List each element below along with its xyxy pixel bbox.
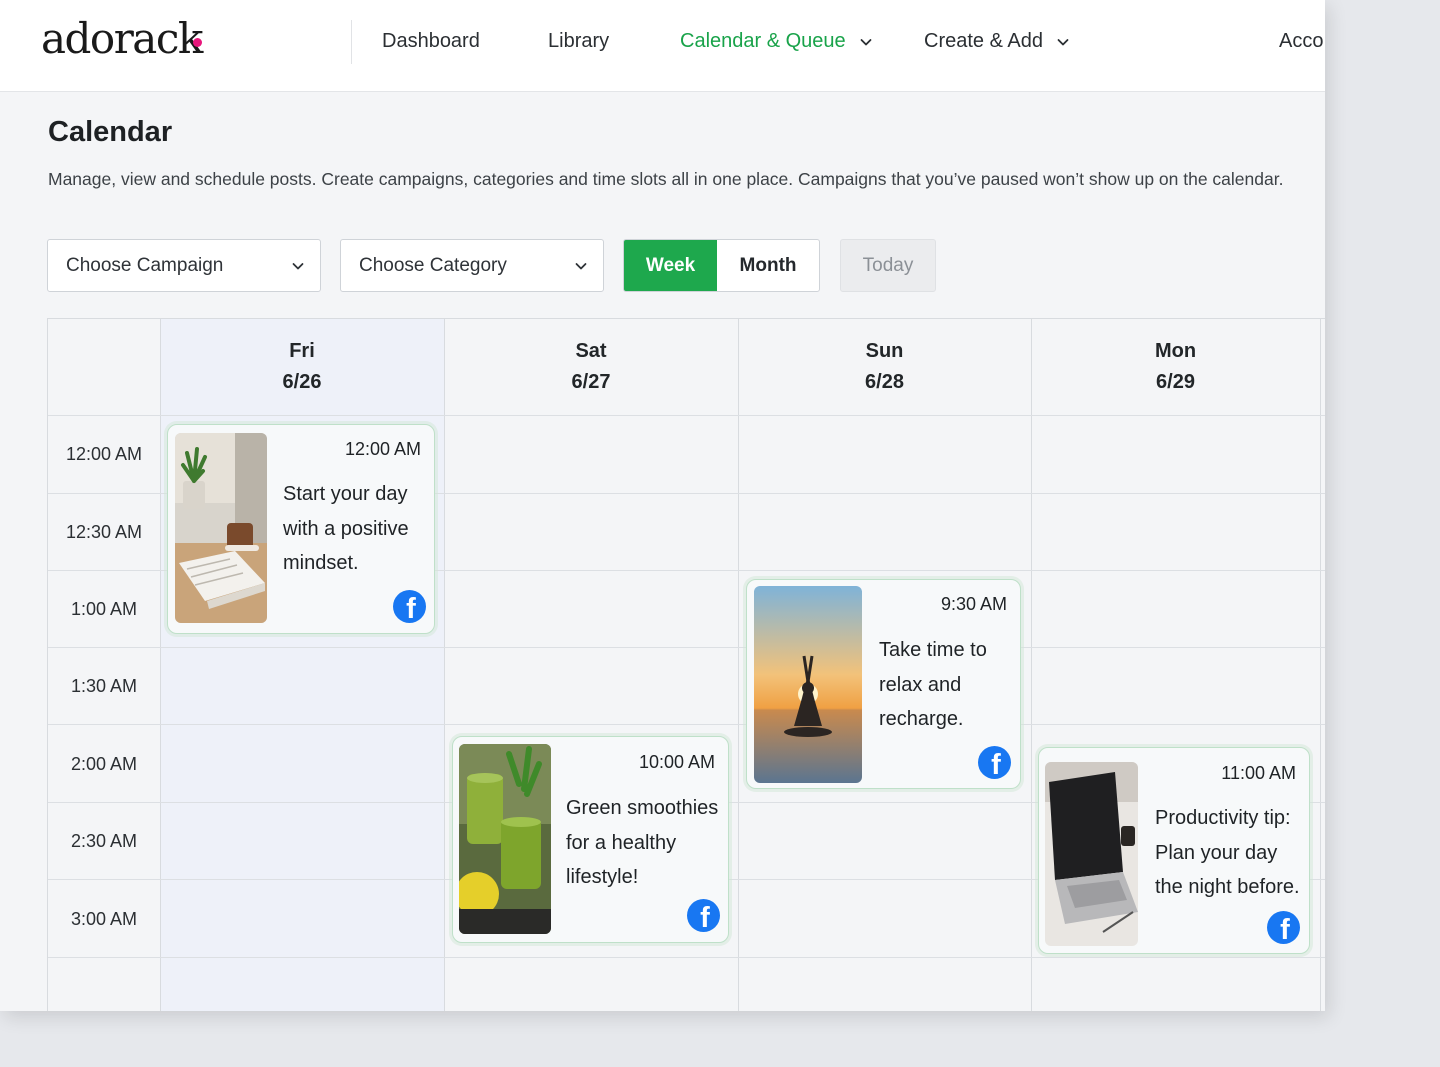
week-view-button[interactable]: Week <box>624 240 718 291</box>
post-text-line: Green smoothies <box>566 797 719 819</box>
post-text-line: Plan your day <box>1155 841 1278 864</box>
chevron-down-icon <box>292 260 304 272</box>
nav-calendar-queue[interactable]: Calendar & Queue <box>680 30 872 53</box>
post-text-line: Take time to <box>879 639 987 661</box>
grid-divider <box>48 415 1325 416</box>
nav-calendar-queue-label: Calendar & Queue <box>680 30 846 52</box>
post-text: Productivity tip: Plan your day the nigh… <box>1155 801 1300 905</box>
chevron-down-icon <box>860 36 872 48</box>
chevron-down-icon <box>1057 36 1069 48</box>
nav-create-add[interactable]: Create & Add <box>924 30 1069 53</box>
time-slot-label: 3:00 AM <box>70 909 138 929</box>
nav-account-label: Acco <box>1279 30 1324 52</box>
day-date: 6/27 <box>571 371 611 393</box>
time-slot-label: 1:30 AM <box>70 676 138 696</box>
grid-divider <box>48 647 1325 648</box>
time-slot-label: 12:00 AM <box>65 444 143 464</box>
post-text-line: lifestyle! <box>566 866 639 888</box>
facebook-icon: f <box>978 746 1011 779</box>
post-time: 11:00 AM <box>1221 763 1296 783</box>
category-select-label: Choose Category <box>359 254 507 276</box>
facebook-icon: f <box>393 590 426 623</box>
post-text: Take time to relax and recharge. <box>879 633 987 737</box>
day-header-fri[interactable]: Fri 6/26 <box>160 319 444 415</box>
day-date: 6/28 <box>865 371 904 393</box>
post-text-line: with a positive <box>283 517 409 540</box>
nav-account[interactable]: Acco <box>1279 30 1323 53</box>
time-slot-label: 12:30 AM <box>65 522 143 542</box>
post-image-laptop-desk <box>1045 762 1138 946</box>
chevron-down-icon <box>575 260 587 272</box>
post-card[interactable]: 9:30 AM Take time to relax and recharge.… <box>746 579 1021 789</box>
logo-dot <box>193 38 202 47</box>
day-name: Sun <box>865 340 904 362</box>
nav-dashboard-label: Dashboard <box>382 30 480 52</box>
post-time: 9:30 AM <box>940 594 1007 614</box>
page-description: Manage, view and schedule posts. Create … <box>48 169 1284 189</box>
post-text-line: relax and <box>879 673 962 696</box>
nav-library[interactable]: Library <box>548 30 609 53</box>
campaign-select[interactable]: Choose Campaign <box>47 239 321 292</box>
post-text-line: the night before. <box>1155 876 1300 898</box>
day-name: Fri <box>289 340 315 362</box>
post-time: 10:00 AM <box>638 752 715 772</box>
grid-divider <box>1031 319 1032 1011</box>
day-date: 6/29 <box>1156 371 1195 393</box>
day-header-sat[interactable]: Sat 6/27 <box>444 319 738 415</box>
time-slot-label: 2:00 AM <box>70 754 138 774</box>
page-title: Calendar <box>48 116 173 148</box>
campaign-select-label: Choose Campaign <box>66 254 224 276</box>
grid-divider <box>48 724 1325 725</box>
day-name: Mon <box>1154 340 1197 362</box>
today-button[interactable]: Today <box>840 239 936 292</box>
highlighted-day-column <box>160 319 444 1011</box>
category-select[interactable]: Choose Category <box>340 239 604 292</box>
day-name: Sat <box>575 340 607 362</box>
facebook-icon: f <box>687 899 720 932</box>
post-text: Start your day with a positive mindset. <box>283 477 409 581</box>
post-card[interactable]: 12:00 AM Start your day with a positive … <box>167 424 435 634</box>
day-date: 6/26 <box>282 371 322 393</box>
post-card[interactable]: 11:00 AM Productivity tip: Plan your day… <box>1038 747 1310 954</box>
post-text-line: mindset. <box>283 552 359 574</box>
facebook-icon: f <box>1267 911 1300 944</box>
view-toggle: Week Month <box>623 239 820 292</box>
post-image-yoga-sunset <box>754 586 862 783</box>
post-image-green-smoothies <box>459 744 551 934</box>
time-slot-label: 2:30 AM <box>70 831 138 851</box>
day-header-mon[interactable]: Mon 6/29 <box>1031 319 1320 415</box>
app-window: adorack Dashboard Library Calendar & Que… <box>0 0 1325 1011</box>
top-navigation-bar: adorack Dashboard Library Calendar & Que… <box>0 0 1325 92</box>
month-view-button[interactable]: Month <box>717 240 819 291</box>
post-text-line: recharge. <box>879 708 964 730</box>
post-text-line: Productivity tip: <box>1155 807 1291 829</box>
post-text-line: for a healthy <box>566 831 677 854</box>
nav-create-add-label: Create & Add <box>924 30 1043 52</box>
post-card[interactable]: 10:00 AM Green smoothies for a healthy l… <box>452 736 729 943</box>
nav-divider <box>351 20 352 64</box>
post-text-line: Start your day <box>283 483 408 505</box>
grid-divider <box>1320 319 1321 1011</box>
post-time: 12:00 AM <box>344 439 421 459</box>
grid-divider <box>160 319 161 1011</box>
brand-logo[interactable]: adorack <box>41 14 203 63</box>
time-slot-label: 1:00 AM <box>70 599 138 619</box>
post-text: Green smoothies for a healthy lifestyle! <box>566 791 718 895</box>
grid-divider <box>738 319 739 1011</box>
grid-divider <box>48 957 1325 958</box>
nav-dashboard[interactable]: Dashboard <box>382 30 480 53</box>
day-header-sun[interactable]: Sun 6/28 <box>738 319 1031 415</box>
nav-library-label: Library <box>548 30 610 52</box>
post-image-coffee-book <box>175 433 267 623</box>
grid-divider <box>444 319 445 1011</box>
